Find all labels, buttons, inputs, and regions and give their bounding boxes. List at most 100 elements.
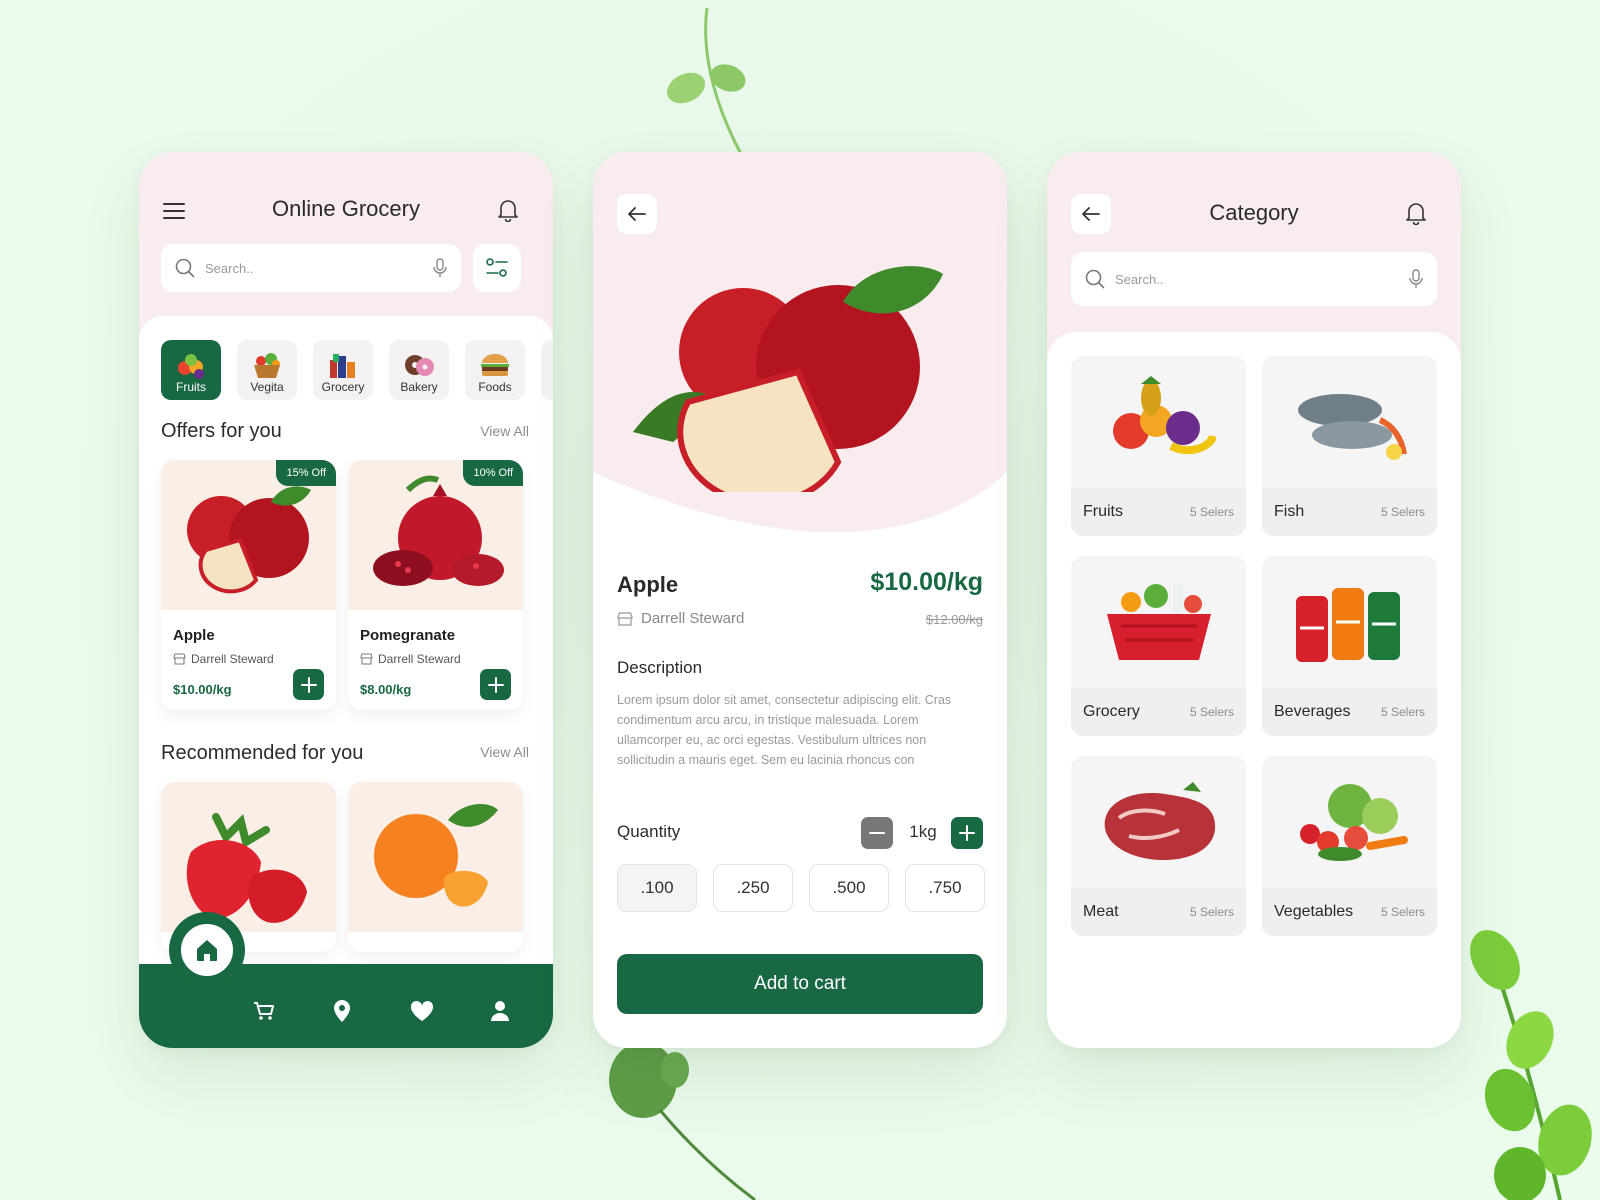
nav-profile-icon[interactable] [487, 998, 513, 1024]
back-button[interactable] [617, 194, 657, 234]
add-to-cart-button[interactable] [480, 669, 511, 700]
search-placeholder: Search.. [205, 260, 254, 276]
arrow-left-icon [1082, 207, 1100, 221]
category-chip-vegita[interactable]: Vegita [237, 340, 297, 400]
quantity-option[interactable]: .500 [809, 864, 889, 912]
microphone-icon[interactable] [1409, 269, 1423, 289]
category-label: Bakery [400, 380, 438, 394]
home-screen: Online Grocery Search.. Fruits Vegita Gr… [139, 152, 553, 1048]
nav-location-icon[interactable] [329, 998, 355, 1024]
category-tile-fish[interactable]: Fish 5 Selers [1262, 356, 1437, 536]
category-footer: Meat 5 Selers [1071, 888, 1246, 936]
donut-icon [405, 355, 434, 376]
category-chip-partial[interactable] [541, 340, 553, 400]
seller-name: Darrell Steward [641, 610, 745, 627]
offers-title: Offers for you [161, 420, 282, 442]
quantity-option[interactable]: .100 [617, 864, 697, 912]
recommended-view-all-link[interactable]: View All [480, 744, 529, 760]
category-tile-grocery[interactable]: Grocery 5 Selers [1071, 556, 1246, 736]
product-name: Pomegranate [360, 627, 456, 644]
nav-cart-icon[interactable] [251, 998, 277, 1024]
category-name: Meat [1083, 903, 1119, 920]
category-tile-vegetables[interactable]: Vegetables 5 Selers [1262, 756, 1437, 936]
vine-top-decoration [666, 7, 746, 156]
product-price: $10.00/kg [173, 682, 232, 697]
category-footer: Fish 5 Selers [1262, 488, 1437, 536]
product-price: $10.00/kg [870, 568, 983, 596]
offers-view-all-link[interactable]: View All [480, 423, 529, 439]
meat-image [1104, 782, 1216, 860]
bell-icon[interactable] [495, 196, 521, 224]
category-footer: Vegetables 5 Selers [1262, 888, 1437, 936]
vegetables-image [1300, 784, 1408, 861]
category-sellers: 5 Selers [1380, 705, 1425, 719]
microphone-icon[interactable] [433, 258, 447, 278]
nav-heart-icon[interactable] [409, 998, 435, 1024]
category-sellers: 5 Selers [1189, 705, 1234, 719]
seller-name: Darrell Steward [378, 652, 461, 666]
seller-info: Darrell Steward [173, 652, 274, 666]
category-footer: Beverages 5 Selers [1262, 688, 1437, 736]
offer-card[interactable]: 10% Off Pomegranate Darrell Steward $8.0… [348, 460, 523, 710]
quantity-option[interactable]: .750 [905, 864, 985, 912]
category-label: Vegita [250, 380, 284, 394]
plus-icon [487, 676, 504, 693]
search-placeholder: Search.. [1115, 271, 1164, 287]
quantity-increase-button[interactable] [951, 817, 983, 849]
vegetable-basket-icon [254, 353, 280, 378]
product-image-orange [348, 782, 523, 932]
vine-bottom-decoration [609, 1042, 756, 1200]
search-input[interactable]: Search.. [1071, 252, 1437, 306]
bell-icon[interactable] [1403, 199, 1429, 227]
category-chip-grocery[interactable]: Grocery [313, 340, 373, 400]
category-label: Grocery [321, 380, 365, 394]
home-icon [197, 940, 217, 961]
beverage-cans-image [1296, 588, 1400, 662]
menu-icon[interactable] [161, 198, 187, 224]
quantity-option[interactable]: .250 [713, 864, 793, 912]
filter-button[interactable] [473, 244, 521, 292]
search-icon [1085, 269, 1105, 289]
discount-badge: 15% Off [276, 460, 336, 486]
category-chip-foods[interactable]: Foods [465, 340, 525, 400]
product-hero-image [633, 266, 943, 492]
category-tile-meat[interactable]: Meat 5 Selers [1071, 756, 1246, 936]
fruits-icon [178, 354, 204, 379]
quantity-decrease-button[interactable] [861, 817, 893, 849]
product-image-pomegranate: 10% Off [348, 460, 523, 610]
quantity-value: 1kg [909, 822, 937, 841]
fruits-image [1113, 376, 1216, 455]
category-chip-bakery[interactable]: Bakery [389, 340, 449, 400]
recommended-card-orange[interactable] [348, 782, 523, 952]
product-name: Apple [617, 572, 679, 597]
add-to-cart-button[interactable]: Add to cart [617, 954, 983, 1014]
category-label: Foods [478, 380, 512, 394]
grocery-basket-image [1107, 584, 1211, 660]
quantity-label: Quantity [617, 822, 681, 841]
category-tile-beverages[interactable]: Beverages 5 Selers [1262, 556, 1437, 736]
minus-icon [869, 832, 885, 834]
category-footer: Grocery 5 Selers [1071, 688, 1246, 736]
offer-card[interactable]: 15% Off Apple Darrell Steward $10.00/kg [161, 460, 336, 710]
seller-info: Darrell Steward [360, 652, 461, 666]
page-title: Category [1209, 200, 1299, 225]
back-button[interactable] [1071, 194, 1111, 234]
category-chip-fruits[interactable]: Fruits [161, 340, 221, 400]
filter-icon [486, 258, 508, 277]
search-input[interactable]: Search.. [161, 244, 461, 292]
seller-info: Darrell Steward [617, 610, 744, 627]
category-tile-fruits[interactable]: Fruits 5 Selers [1071, 356, 1246, 536]
add-to-cart-button[interactable] [293, 669, 324, 700]
page-title: Online Grocery [272, 196, 420, 221]
category-sellers: 5 Selers [1380, 905, 1425, 919]
recommended-title: Recommended for you [161, 742, 364, 764]
old-price: $12.00/kg [925, 612, 983, 627]
category-screen: Category Search.. Fruits 5 Selers Fish 5… [1047, 152, 1461, 1048]
product-image-apple: 15% Off [161, 460, 336, 610]
product-detail-screen: Apple $10.00/kg Darrell Steward $12.00/k… [593, 152, 1007, 1048]
nav-home-button[interactable] [175, 918, 239, 982]
category-footer: Fruits 5 Selers [1071, 488, 1246, 536]
fish-image [1298, 394, 1407, 460]
product-price: $8.00/kg [360, 682, 412, 697]
category-name: Beverages [1274, 703, 1351, 720]
